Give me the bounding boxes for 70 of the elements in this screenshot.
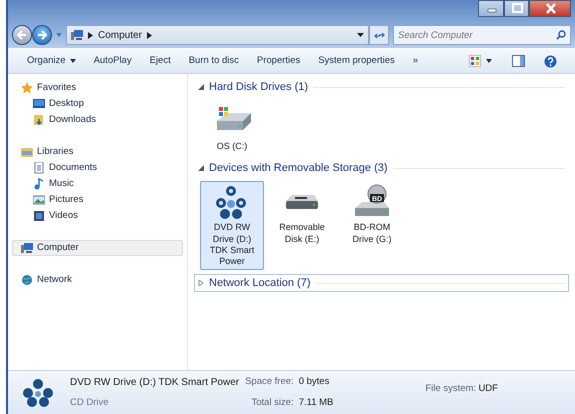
- minimize-button[interactable]: [478, 0, 504, 17]
- globe-icon: [21, 274, 33, 286]
- property-value: 0 bytes: [298, 375, 330, 390]
- preview-pane-icon[interactable]: [512, 55, 524, 67]
- back-button[interactable]: [12, 25, 32, 45]
- computer-icon: [21, 242, 33, 254]
- refresh-button[interactable]: [369, 25, 389, 45]
- maximize-button[interactable]: [504, 0, 529, 17]
- dropdown-caret-icon[interactable]: [357, 32, 364, 38]
- group-header[interactable]: Network Location (7): [194, 274, 569, 292]
- caret-icon: [70, 59, 76, 63]
- toolbar-button[interactable]: Eject: [140, 52, 180, 70]
- toolbar-button[interactable]: Burn to disc: [180, 52, 248, 70]
- collapse-arrow-icon: [198, 165, 204, 172]
- forward-arrow-icon: [36, 29, 48, 41]
- document-icon: [33, 162, 45, 174]
- nav-item[interactable]: Network: [12, 272, 183, 288]
- item-name: DVD RW Drive (D:) TDK Smart Power: [70, 376, 240, 390]
- toolbar-button[interactable]: »: [404, 52, 428, 70]
- property-label: Space free:: [245, 375, 294, 390]
- organize-menu[interactable]: Organize: [18, 52, 85, 70]
- caret-icon[interactable]: [486, 59, 492, 63]
- help-icon[interactable]: [544, 54, 557, 68]
- minimize-icon: [488, 8, 496, 12]
- property-label: Total size:: [250, 396, 294, 410]
- group-header[interactable]: Hard Disk Drives (1): [194, 78, 569, 96]
- refresh-icon: [374, 30, 384, 40]
- view-options-icon[interactable]: [469, 55, 482, 67]
- folder-icon: [33, 114, 45, 126]
- folder-icon: [21, 146, 33, 158]
- toolbar-button[interactable]: Properties: [248, 52, 310, 70]
- picture-icon: [33, 194, 45, 206]
- item-type: CD Drive: [70, 396, 110, 410]
- close-button[interactable]: [529, 0, 571, 17]
- breadcrumb[interactable]: Computer: [98, 28, 142, 42]
- drive-item[interactable]: Removable Disk (E:): [270, 181, 334, 270]
- forward-button[interactable]: [32, 25, 52, 45]
- film-icon: [33, 210, 45, 222]
- search-field[interactable]: Search Computer: [393, 25, 571, 45]
- nav-item[interactable]: Libraries: [12, 144, 183, 160]
- computer-icon: [71, 30, 83, 40]
- nav-item[interactable]: Pictures: [12, 192, 183, 208]
- close-icon: [546, 2, 556, 14]
- address-bar[interactable]: Computer: [66, 25, 369, 45]
- chevron-icon: [146, 32, 152, 38]
- expand-arrow-icon: [198, 280, 204, 286]
- toolbar-button[interactable]: System properties: [309, 52, 404, 70]
- monitor-icon: [33, 98, 45, 110]
- dvd-drive-icon: [22, 378, 54, 408]
- nav-item[interactable]: Favorites: [12, 80, 183, 96]
- property-label: File system:: [425, 382, 476, 396]
- nav-item[interactable]: Computer: [12, 240, 183, 256]
- nav-item[interactable]: Videos: [12, 208, 183, 224]
- chevron-icon: [88, 32, 93, 38]
- back-arrow-icon: [16, 29, 28, 41]
- music-note-icon: [33, 178, 45, 190]
- search-icon: [556, 30, 566, 40]
- toolbar-button[interactable]: AutoPlay: [84, 52, 141, 70]
- collapse-arrow-icon: [198, 84, 204, 90]
- nav-item[interactable]: Desktop: [12, 96, 183, 112]
- group-header[interactable]: Devices with Removable Storage (3): [194, 159, 569, 178]
- nav-item[interactable]: Downloads: [12, 112, 183, 128]
- star-icon: [21, 82, 33, 94]
- nav-item[interactable]: Music: [12, 176, 183, 192]
- property-value: 7.11 MB: [298, 396, 334, 410]
- drive-item[interactable]: DVD RW Drive (D:) TDK Smart Power: [200, 181, 264, 270]
- maximize-icon: [512, 3, 523, 13]
- nav-item[interactable]: Documents: [12, 160, 183, 176]
- drive-item[interactable]: OS (C:): [200, 100, 264, 156]
- property-value: UDF: [478, 382, 498, 396]
